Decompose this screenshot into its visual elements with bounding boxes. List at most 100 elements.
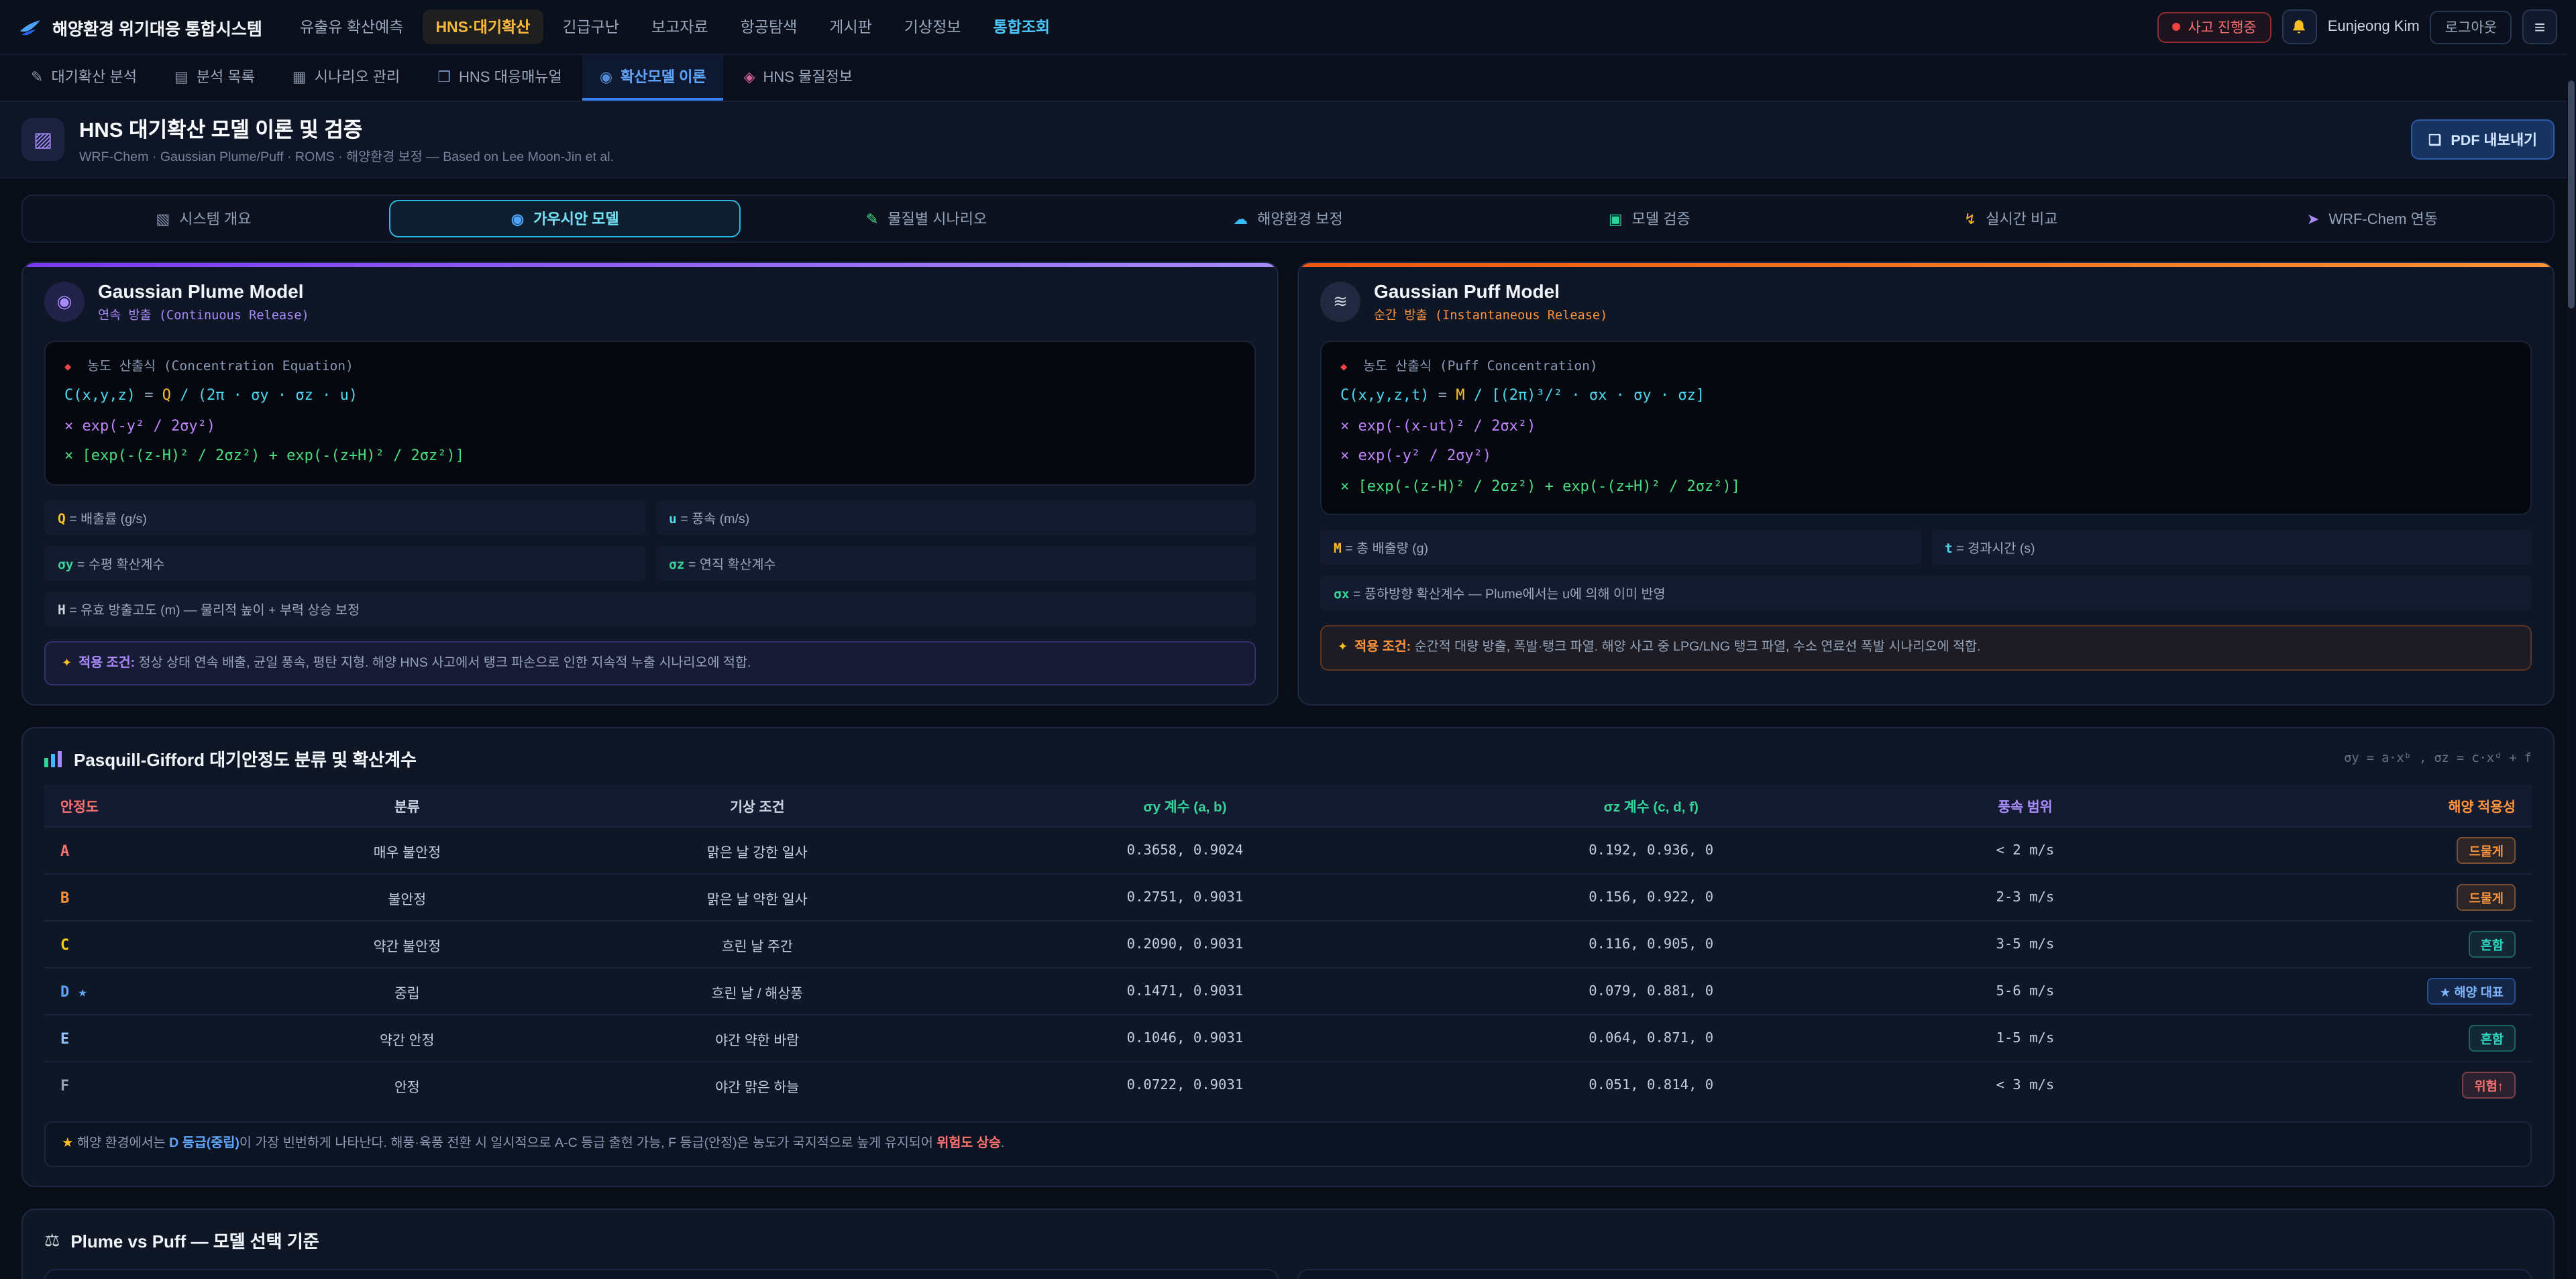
tab-marine-correction[interactable]: ☁ 해양환경 보정 (1113, 200, 1464, 237)
plume-application-note: ✦적용 조건: 정상 상태 연속 배출, 균일 풍속, 평탄 지형. 해양 HN… (44, 641, 1256, 685)
table-card-header: Pasquill-Gifford 대기안정도 분류 및 확산계수 σy = a·… (44, 746, 2532, 772)
cell-applicability: 흔함 (2159, 1015, 2532, 1062)
plume-eq-label: 농도 산출식 (Concentration Equation) (87, 359, 354, 374)
table-row: C 약간 불안정 흐린 날 주간 0.2090, 0.9031 0.116, 0… (44, 922, 2532, 968)
top-nav-item-integrated-search[interactable]: 통합조회 (979, 9, 1063, 44)
puff-eq-line2: × exp(-(x-ut)² / 2σx²) (1340, 411, 2512, 441)
tab-hns-substance-info[interactable]: ◈ HNS 물질정보 (727, 55, 870, 101)
page-root: 해양환경 위기대응 통합시스템 유출유 확산예측 HNS·대기확산 긴급구난 보… (0, 0, 2576, 1279)
eq-equals: = (136, 386, 162, 404)
pasquill-gifford-card: Pasquill-Gifford 대기안정도 분류 및 확산계수 σy = a·… (21, 728, 2555, 1187)
cell-sz: 0.156, 0.922, 0 (1411, 875, 1890, 922)
lightning-icon: ↯ (1964, 210, 1976, 227)
logout-button[interactable]: 로그아웃 (2430, 10, 2512, 44)
plume-criteria-panel: ◈ Plume (연속 배출) 선택 기준 ✓유출 지속시간 > 10분 ✓탱크… (44, 1269, 1279, 1279)
cell-grade: D ★ (44, 968, 258, 1015)
plume-icon: ◉ (44, 282, 85, 322)
top-nav-item-emergency-rescue[interactable]: 긴급구난 (549, 9, 633, 44)
col-header-weather: 기상 조건 (556, 785, 959, 828)
top-nav-item-oil-diffusion[interactable]: 유출유 확산예측 (286, 9, 417, 44)
flask-icon: ◈ (744, 68, 755, 85)
pdf-export-button[interactable]: ❏ PDF 내보내기 (2411, 119, 2555, 160)
puff-equation-block: ◆ 농도 산출식 (Puff Concentration) C(x,y,z,t)… (1320, 341, 2532, 516)
table-footnote: ★ 해양 환경에서는 D 등급(중립)이 가장 빈번하게 나타난다. 해풍·육풍… (44, 1122, 2532, 1167)
cell-applicability: 흔함 (2159, 922, 2532, 968)
tab-analysis-list[interactable]: ▤ 분석 목록 (157, 55, 272, 101)
hamburger-menu-button[interactable]: ≡ (2522, 9, 2557, 44)
scrollbar[interactable] (2567, 54, 2576, 1278)
scrollbar-thumb[interactable] (2568, 80, 2575, 309)
top-nav-item-board[interactable]: 게시판 (816, 9, 885, 44)
param-symbol: Q (58, 512, 66, 526)
cell-weather: 맑은 날 강한 일사 (556, 828, 959, 875)
tab-system-overview[interactable]: ▧ 시스템 개요 (28, 200, 379, 237)
document-icon: ▨ (34, 127, 52, 152)
cell-sy: 0.1046, 0.9031 (959, 1015, 1411, 1062)
tab-substance-scenarios[interactable]: ✎ 물질별 시나리오 (751, 200, 1102, 237)
col-header-sz: σz 계수 (c, d, f) (1411, 785, 1890, 828)
puff-eq-label: 농도 산출식 (Puff Concentration) (1363, 359, 1598, 374)
plume-eq-label-row: ◆ 농도 산출식 (Concentration Equation) (64, 354, 1236, 381)
footnote-text: 이 가장 빈번하게 나타난다. 해풍·육풍 전환 시 일시적으로 A-C 등급 … (239, 1137, 936, 1152)
user-name: Eunjeong Kim (2328, 19, 2420, 35)
top-nav-item-aerial-search[interactable]: 항공탐색 (727, 9, 811, 44)
logo-wing-icon (19, 17, 42, 37)
plume-parameters: Q = 배출률 (g/s) u = 풍속 (m/s) σy = 수평 확산계수 … (44, 500, 1256, 626)
col-header-wind: 풍속 범위 (1890, 785, 2159, 828)
tab-scenario-management[interactable]: ▦ 시나리오 관리 (275, 55, 417, 101)
eq-equals: = (1429, 386, 1456, 404)
tab-gaussian-model[interactable]: ◉ 가우시안 모델 (390, 200, 741, 237)
atom-icon: ◉ (511, 210, 524, 227)
puff-subtitle: 순간 방출 (Instantaneous Release) (1374, 304, 1607, 323)
param-row: t = 경과시간 (s) (1931, 531, 2532, 565)
plume-title: Gaussian Plume Model (98, 280, 309, 302)
col-header-class: 분류 (258, 785, 556, 828)
pencil-icon: ✎ (866, 210, 878, 227)
table-title: Pasquill-Gifford 대기안정도 분류 및 확산계수 (74, 746, 417, 772)
tab-atmos-analysis[interactable]: ✎ 대기확산 분석 (13, 55, 154, 101)
page-title: HNS 대기확산 모델 이론 및 검증 (79, 114, 614, 144)
col-header-stability: 안정도 (44, 785, 258, 828)
app-logo[interactable]: 해양환경 위기대응 통합시스템 (19, 14, 262, 40)
notifications-button[interactable] (2282, 9, 2317, 44)
plume-eq-line3: × [exp(-(z-H)² / 2σz²) + exp(-(z+H)² / 2… (64, 441, 1236, 471)
tab-hns-manual[interactable]: ❒ HNS 대응매뉴얼 (420, 55, 580, 101)
plume-chip-glyph: ◉ (57, 291, 72, 313)
top-nav-item-reports[interactable]: 보고자료 (638, 9, 722, 44)
param-row: σx = 풍하방향 확산계수 — Plume에서는 u에 의해 이미 반영 (1320, 576, 2532, 611)
dispersion-formula: σy = a·xᵇ , σz = c·xᵈ + f (2344, 752, 2532, 767)
tab-model-validation[interactable]: ▣ 모델 검증 (1474, 200, 1825, 237)
applicability-badge: 위험↑ (2462, 1072, 2516, 1099)
top-nav-item-weather-info[interactable]: 기상정보 (891, 9, 975, 44)
applicability-badge: 드물게 (2457, 838, 2516, 865)
pencil-icon: ✎ (31, 68, 43, 85)
eq-total-mass: M (1456, 386, 1464, 404)
cell-class: 매우 불안정 (258, 828, 556, 875)
page-icon: ▨ (21, 118, 64, 161)
top-nav-item-hns-atmospheric[interactable]: HNS·대기확산 (422, 9, 543, 44)
tab-label: 실시간 비교 (1986, 208, 2057, 229)
bulb-icon: ✦ (1338, 641, 1348, 654)
cell-weather: 맑은 날 약한 일사 (556, 875, 959, 922)
hamburger-icon: ≡ (2534, 16, 2545, 38)
table-row: B 불안정 맑은 날 약한 일사 0.2751, 0.9031 0.156, 0… (44, 875, 2532, 922)
param-symbol: H (58, 603, 66, 618)
cell-grade: F (44, 1062, 258, 1109)
applicability-badge: 흔함 (2469, 932, 2516, 958)
param-symbol: σz (669, 557, 685, 572)
book-icon: ❒ (437, 68, 451, 85)
applicability-badge: 흔함 (2469, 1025, 2516, 1052)
top-nav: 해양환경 위기대응 통합시스템 유출유 확산예측 HNS·대기확산 긴급구난 보… (0, 0, 2576, 55)
tab-wrf-chem[interactable]: ➤ WRF-Chem 연동 (2197, 200, 2548, 237)
cell-sy: 0.2751, 0.9031 (959, 875, 1411, 922)
cell-wind: 2-3 m/s (1890, 875, 2159, 922)
tab-model-theory[interactable]: ◉ 확산모델 이론 (582, 55, 724, 101)
tab-realtime-comparison[interactable]: ↯ 실시간 비교 (1835, 200, 2186, 237)
col-header-sy: σy 계수 (a, b) (959, 785, 1411, 828)
tab-label: WRF-Chem 연동 (2328, 208, 2438, 229)
rocket-icon: ➤ (2307, 210, 2319, 227)
model-icon: ◉ (600, 68, 612, 85)
cell-sz: 0.116, 0.905, 0 (1411, 922, 1890, 968)
eq-emission-rate: Q (162, 386, 171, 404)
param-desc: = 풍속 (m/s) (677, 512, 749, 526)
